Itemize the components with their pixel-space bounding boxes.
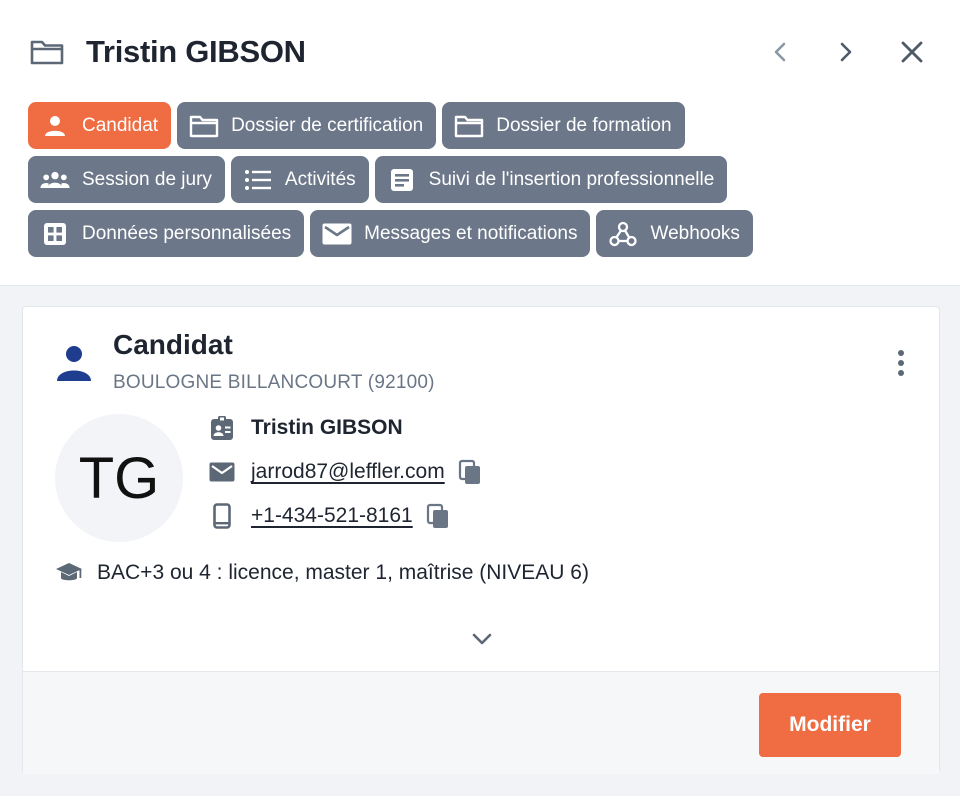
more-vertical-icon <box>898 350 904 376</box>
page-title: Tristin GIBSON <box>86 34 306 69</box>
education-level: BAC+3 ou 4 : licence, master 1, maîtrise… <box>97 561 589 584</box>
copy-icon <box>458 459 480 484</box>
drawer-header: Tristin GIBSON Candidat Dossier de certi… <box>0 0 960 286</box>
tab-suivi-insertion[interactable]: Suivi de l'insertion professionnelle <box>374 156 728 203</box>
tab-row: Session de jury Activités Suivi de l'ins… <box>28 156 928 203</box>
email-row: jarrod87@leffler.com <box>209 457 483 487</box>
tab-label: Candidat <box>82 114 159 136</box>
phone-link[interactable]: +1-434-521-8161 <box>251 504 413 528</box>
tab-label: Suivi de l'insertion professionnelle <box>428 168 715 190</box>
tab-label: Webhooks <box>650 222 740 244</box>
navigation-buttons <box>762 30 930 74</box>
candidate-card: Candidat BOULOGNE BILLANCOURT (92100) TG… <box>22 306 940 774</box>
tab-row: Candidat Dossier de certification Dossie… <box>28 102 928 149</box>
education-row: BAC+3 ou 4 : licence, master 1, maîtrise… <box>55 557 589 589</box>
mail-icon <box>322 222 352 246</box>
email-link[interactable]: jarrod87@leffler.com <box>251 460 445 484</box>
title-row: Tristin GIBSON <box>30 30 930 74</box>
list-icon <box>243 168 273 192</box>
modify-button[interactable]: Modifier <box>759 693 901 757</box>
card-footer: Modifier <box>23 671 939 774</box>
tab-label: Messages et notifications <box>364 222 578 244</box>
smartphone-icon <box>209 503 235 529</box>
tab-session-jury[interactable]: Session de jury <box>28 156 225 203</box>
person-icon <box>40 114 70 138</box>
tab-label: Données personnalisées <box>82 222 292 244</box>
copy-phone-button[interactable] <box>425 502 451 530</box>
phone-row: +1-434-521-8161 <box>209 501 451 531</box>
tab-bar: Candidat Dossier de certification Dossie… <box>28 102 928 264</box>
avatar: TG <box>55 414 183 542</box>
tab-label: Dossier de formation <box>496 114 672 136</box>
tab-label: Activités <box>284 168 356 190</box>
tab-dossier-formation[interactable]: Dossier de formation <box>442 102 685 149</box>
card-title: Candidat <box>113 329 233 360</box>
folder-icon <box>30 38 64 66</box>
tab-candidat[interactable]: Candidat <box>28 102 172 149</box>
next-button[interactable] <box>828 34 864 70</box>
tab-dossier-certification[interactable]: Dossier de certification <box>177 102 437 149</box>
previous-button[interactable] <box>762 34 798 70</box>
tab-donnees-personnalisees[interactable]: Données personnalisées <box>28 210 305 257</box>
copy-icon <box>426 503 448 528</box>
webhook-icon <box>608 221 638 246</box>
mail-icon <box>209 459 235 485</box>
id-badge-icon <box>209 415 235 441</box>
chevron-left-icon <box>774 42 786 62</box>
folder-icon <box>454 114 484 138</box>
article-icon <box>387 168 417 192</box>
person-icon <box>55 343 93 383</box>
tab-label: Session de jury <box>82 168 212 190</box>
chevron-down-icon <box>472 633 492 645</box>
graduation-cap-icon <box>55 560 85 586</box>
group-icon <box>40 168 70 192</box>
candidate-location: BOULOGNE BILLANCOURT (92100) <box>113 372 435 393</box>
tab-activites[interactable]: Activités <box>230 156 369 203</box>
tab-label: Dossier de certification <box>231 114 424 136</box>
chevron-right-icon <box>840 42 852 62</box>
expand-button[interactable] <box>468 625 496 653</box>
candidate-name-row: Tristin GIBSON <box>209 413 403 443</box>
copy-email-button[interactable] <box>457 458 483 486</box>
folder-icon <box>189 114 219 138</box>
tab-row: Données personnalisées Messages et notif… <box>28 210 928 257</box>
tab-webhooks[interactable]: Webhooks <box>596 210 753 257</box>
tab-messages-notifications[interactable]: Messages et notifications <box>310 210 591 257</box>
grid-icon <box>40 222 70 246</box>
more-options-button[interactable] <box>889 347 913 379</box>
close-icon <box>901 41 923 63</box>
candidate-name: Tristin GIBSON <box>251 416 403 439</box>
close-button[interactable] <box>894 34 930 70</box>
